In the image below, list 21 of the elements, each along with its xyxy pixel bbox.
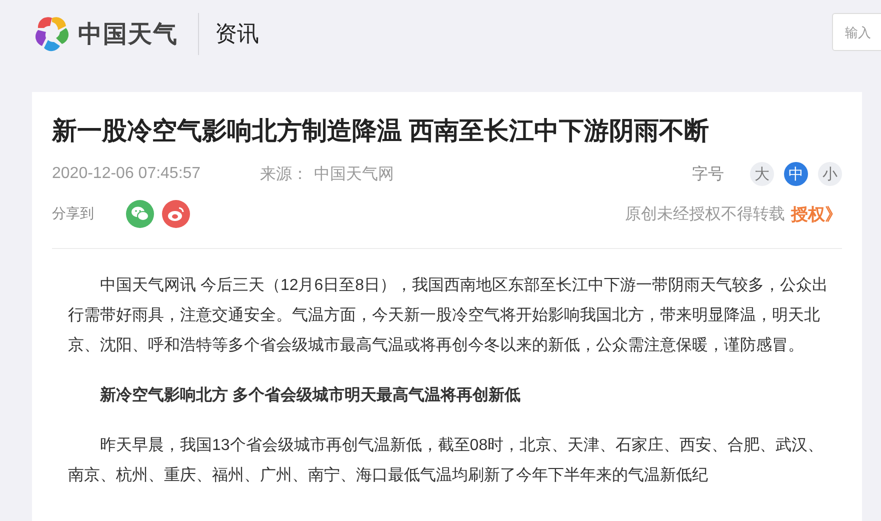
font-size-label: 字号 — [692, 164, 724, 184]
share-button[interactable] — [126, 200, 154, 228]
font-size-button[interactable]: 小 — [818, 162, 842, 186]
paragraph: 中国天气网讯 今后三天（12月6日至8日），我国西南地区东部至长江中下游一带阴雨天气较多，公众出行需带好雨具，注意交通安全。气温方面，今天新一股冷空气将开始影响我国北方，带来明显降温，明天北京、沈阳、呼和浩特等多个省会级城市最高气温或将再创今冬以来的新低，公众需注意保暖，谨防感冒。 — [68, 276, 830, 356]
article-title: 新一股冷空气影响北方制造降温 西南至长江中下游阴雨不断 — [52, 116, 710, 147]
chat-bubbles-icon — [131, 206, 149, 222]
publish-date: 2020-12-06 07:45:57 — [52, 165, 202, 183]
brand-name: 中国天气 — [78, 20, 178, 50]
font-size-button[interactable]: 中 — [784, 162, 808, 186]
search-field[interactable]: 输入 — [832, 13, 881, 51]
eye-icon — [167, 206, 185, 222]
section-title: 资讯 — [215, 20, 259, 48]
license-link[interactable]: 授权》 — [791, 202, 842, 226]
share-button[interactable] — [162, 200, 190, 228]
source-label: 来源： — [260, 164, 308, 184]
copyright-notice: 原创未经授权不得转载 — [625, 204, 785, 224]
font-size-button[interactable]: 大 — [750, 162, 774, 186]
source-name: 中国天气网 — [314, 164, 394, 184]
paragraph: 昨天早晨，我国13个省会级城市再创气温新低，截至08时，北京、天津、石家庄、西安、合肥、武汉、南京、杭州、重庆、福州、广州、南宁、海口最低气温均刷新了今年下半年来的气温新低纪 — [68, 436, 825, 486]
share-label: 分享到 — [52, 205, 95, 223]
section-heading: 新冷空气影响北方 多个省会级城市明天最高气温将再创新低 — [98, 385, 522, 406]
